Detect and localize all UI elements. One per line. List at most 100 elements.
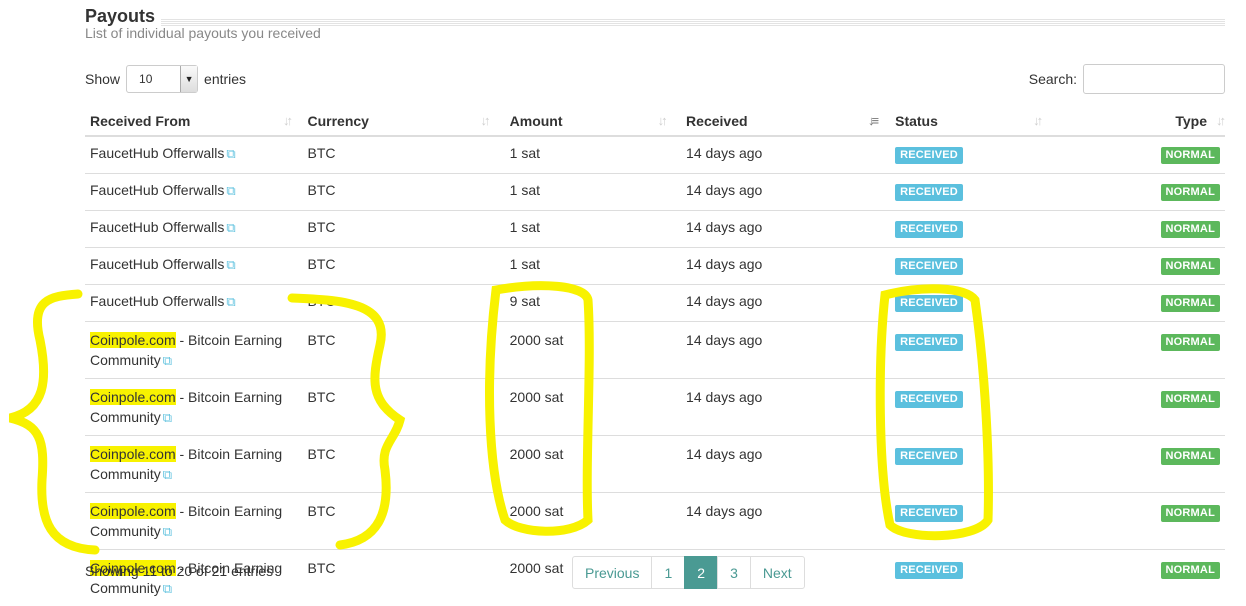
received-from-cell[interactable]: Coinpole.com - Bitcoin Earning Community…: [85, 493, 302, 550]
table-row: FaucetHub Offerwalls⧉BTC1 sat14 days ago…: [85, 136, 1225, 174]
received-from-cell[interactable]: Coinpole.com - Bitcoin Earning Community…: [85, 436, 302, 493]
currency-cell: BTC: [302, 436, 504, 493]
received-from-cell[interactable]: FaucetHub Offerwalls⧉: [85, 248, 302, 285]
highlighted-source-name[interactable]: Coinpole.com: [90, 446, 176, 462]
status-cell: RECEIVED: [890, 493, 1155, 550]
currency-cell: BTC: [302, 550, 504, 606]
entries-length-control: Show 10 ▼ entries: [85, 64, 246, 94]
entries-per-page-select[interactable]: 10 ▼: [126, 65, 198, 93]
highlighted-source-name[interactable]: Coinpole.com: [90, 389, 176, 405]
status-cell: RECEIVED: [890, 248, 1155, 285]
left-brace-mark: [10, 294, 95, 550]
currency-cell: BTC: [302, 322, 504, 379]
type-badge: NORMAL: [1161, 147, 1220, 164]
status-badge: RECEIVED: [895, 448, 963, 465]
external-link-icon[interactable]: ⧉: [226, 183, 235, 198]
column-header-amount[interactable]: Amount ↓↑: [505, 106, 681, 136]
received-from-cell[interactable]: Coinpole.com - Bitcoin Earning Community…: [85, 379, 302, 436]
type-cell: NORMAL: [1156, 493, 1225, 550]
search-input[interactable]: [1083, 64, 1225, 94]
source-name-link[interactable]: FaucetHub Offerwalls: [90, 145, 224, 161]
amount-cell: 1 sat: [505, 211, 681, 248]
received-cell: 14 days ago: [681, 211, 890, 248]
status-badge: RECEIVED: [895, 221, 963, 238]
status-badge: RECEIVED: [895, 505, 963, 522]
currency-cell: BTC: [302, 248, 504, 285]
received-from-cell[interactable]: Coinpole.com - Bitcoin Earning Community…: [85, 322, 302, 379]
sort-icon[interactable]: ↓↑: [658, 113, 665, 128]
table-header-row: Received From ↓↑ Currency ↓↑ Amount ↓↑ R…: [85, 106, 1225, 136]
source-name-link[interactable]: FaucetHub Offerwalls: [90, 256, 224, 272]
page-button-2[interactable]: 2: [684, 556, 718, 589]
type-badge: NORMAL: [1161, 562, 1220, 579]
received-cell: 14 days ago: [681, 322, 890, 379]
status-badge: RECEIVED: [895, 258, 963, 275]
amount-cell: 1 sat: [505, 174, 681, 211]
sort-icon[interactable]: ↓↑: [283, 113, 290, 128]
source-name-link[interactable]: FaucetHub Offerwalls: [90, 293, 224, 309]
page-title: Payouts: [85, 6, 155, 27]
source-name-link[interactable]: FaucetHub Offerwalls: [90, 219, 224, 235]
status-badge: RECEIVED: [895, 334, 963, 351]
status-badge: RECEIVED: [895, 391, 963, 408]
received-cell: 14 days ago: [681, 436, 890, 493]
currency-cell: BTC: [302, 285, 504, 322]
page-button-1[interactable]: 1: [651, 556, 685, 589]
currency-cell: BTC: [302, 174, 504, 211]
table-row: Coinpole.com - Bitcoin Earning Community…: [85, 493, 1225, 550]
received-cell: 14 days ago: [681, 285, 890, 322]
pagination: Previous123Next: [572, 556, 805, 589]
sort-icon[interactable]: ↓↑: [480, 113, 487, 128]
source-name-link[interactable]: FaucetHub Offerwalls: [90, 182, 224, 198]
table-row: FaucetHub Offerwalls⧉BTC1 sat14 days ago…: [85, 248, 1225, 285]
highlighted-source-name[interactable]: Coinpole.com: [90, 503, 176, 519]
currency-cell: BTC: [302, 211, 504, 248]
table-info: Showing 11 to 20 of 21 entries: [85, 563, 273, 579]
entries-per-page-value: 10: [139, 72, 152, 86]
received-from-cell[interactable]: FaucetHub Offerwalls⧉: [85, 211, 302, 248]
received-from-cell[interactable]: FaucetHub Offerwalls⧉: [85, 136, 302, 174]
type-cell: NORMAL: [1156, 379, 1225, 436]
page-button-previous[interactable]: Previous: [572, 556, 652, 589]
status-badge: RECEIVED: [895, 562, 963, 579]
type-badge: NORMAL: [1161, 334, 1220, 351]
status-cell: RECEIVED: [890, 379, 1155, 436]
sort-icon[interactable]: ↓↑: [1216, 113, 1223, 128]
amount-cell: 9 sat: [505, 285, 681, 322]
column-header-type[interactable]: Type ↓↑: [1156, 106, 1225, 136]
sort-icon[interactable]: ↓↑: [1033, 113, 1040, 128]
highlighted-source-name[interactable]: Coinpole.com: [90, 332, 176, 348]
search-label: Search:: [1029, 71, 1077, 87]
type-badge: NORMAL: [1161, 295, 1220, 312]
caret-down-icon[interactable]: ▼: [180, 66, 197, 92]
external-link-icon[interactable]: ⧉: [226, 257, 235, 272]
type-badge: NORMAL: [1161, 505, 1220, 522]
column-header-received-from[interactable]: Received From ↓↑: [85, 106, 302, 136]
status-cell: RECEIVED: [890, 322, 1155, 379]
external-link-icon[interactable]: ⧉: [163, 467, 172, 482]
external-link-icon[interactable]: ⧉: [163, 353, 172, 368]
table-row: FaucetHub Offerwalls⧉BTC1 sat14 days ago…: [85, 211, 1225, 248]
sort-desc-icon[interactable]: ↓≡: [868, 113, 876, 128]
status-cell: RECEIVED: [890, 285, 1155, 322]
type-cell: NORMAL: [1156, 322, 1225, 379]
external-link-icon[interactable]: ⧉: [226, 220, 235, 235]
received-from-cell[interactable]: FaucetHub Offerwalls⧉: [85, 285, 302, 322]
table-body: FaucetHub Offerwalls⧉BTC1 sat14 days ago…: [85, 136, 1225, 606]
received-cell: 14 days ago: [681, 248, 890, 285]
received-from-cell[interactable]: FaucetHub Offerwalls⧉: [85, 174, 302, 211]
external-link-icon[interactable]: ⧉: [226, 146, 235, 161]
external-link-icon[interactable]: ⧉: [163, 524, 172, 539]
page-button-next[interactable]: Next: [750, 556, 805, 589]
external-link-icon[interactable]: ⧉: [226, 294, 235, 309]
column-header-status[interactable]: Status ↓↑: [890, 106, 1155, 136]
amount-cell: 2000 sat: [505, 436, 681, 493]
column-header-received[interactable]: Received ↓≡: [681, 106, 890, 136]
amount-cell: 2000 sat: [505, 322, 681, 379]
column-header-currency[interactable]: Currency ↓↑: [302, 106, 504, 136]
amount-cell: 1 sat: [505, 248, 681, 285]
external-link-icon[interactable]: ⧉: [163, 410, 172, 425]
type-cell: NORMAL: [1156, 248, 1225, 285]
table-row: Coinpole.com - Bitcoin Earning Community…: [85, 322, 1225, 379]
page-button-3[interactable]: 3: [717, 556, 751, 589]
